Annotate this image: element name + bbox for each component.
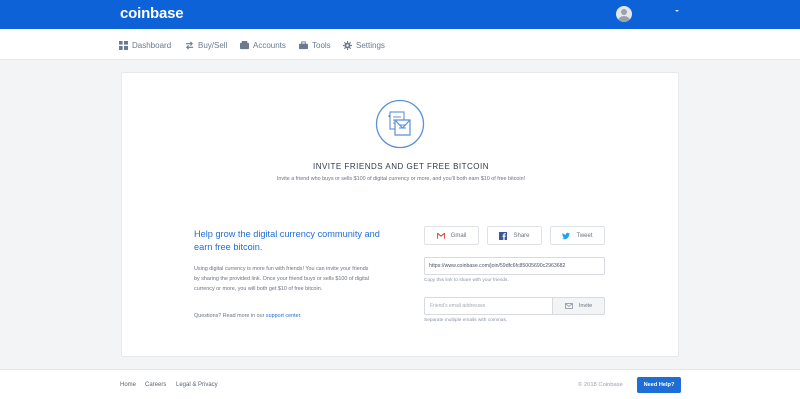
- footer-link-careers[interactable]: Careers: [145, 382, 166, 388]
- invite-card: INVITE FRIENDS AND GET FREE BITCOIN Invi…: [121, 72, 679, 357]
- gmail-share-button[interactable]: Gmail: [424, 226, 479, 245]
- invite-button[interactable]: Invite: [552, 297, 605, 315]
- invite-label: Invite: [578, 303, 593, 309]
- nav-label: Accounts: [253, 40, 286, 50]
- questions-suffix: .: [300, 313, 302, 319]
- top-bar: coinbase: [0, 0, 800, 29]
- gmail-icon: [436, 232, 445, 239]
- nav-item-dashboard[interactable]: Dashboard: [119, 38, 171, 52]
- swap-arrows-icon: [185, 41, 194, 49]
- copyright: © 2018 Coinbase: [578, 382, 623, 388]
- help-description: Using digital currency is more fun with …: [194, 266, 369, 292]
- footer: Home Careers Legal & Privacy © 2018 Coin…: [0, 369, 800, 399]
- nav-item-accounts[interactable]: Accounts: [240, 38, 286, 52]
- email-hint: Separate multiple emails with commas.: [424, 318, 508, 323]
- nav-label: Settings: [356, 40, 385, 50]
- share-label: Share: [513, 232, 530, 239]
- page-subtitle: Invite a friend who buys or sells $100 o…: [276, 176, 526, 182]
- twitter-share-button[interactable]: Tweet: [550, 226, 605, 245]
- referral-hint: Copy this link to share with your friend…: [424, 278, 509, 283]
- dashboard-icon: [119, 40, 128, 50]
- referral-link-field[interactable]: https://www.coinbase.com/join/59dfc6fc85…: [424, 257, 605, 275]
- gmail-label: Gmail: [450, 232, 467, 239]
- nav-label: Buy/Sell: [198, 40, 228, 50]
- mail-icon: [564, 303, 573, 309]
- footer-link-legal[interactable]: Legal & Privacy: [176, 382, 218, 388]
- briefcase-icon: [299, 40, 308, 49]
- support-center-link[interactable]: support center: [266, 313, 300, 319]
- nav-item-settings[interactable]: Settings: [343, 38, 385, 52]
- footer-link-home[interactable]: Home: [120, 382, 136, 388]
- tweet-label: Tweet: [576, 232, 593, 239]
- chevron-down-icon[interactable]: [675, 10, 679, 12]
- facebook-share-button[interactable]: Share: [487, 226, 542, 245]
- questions-text: Questions? Read more in our support cent…: [194, 313, 302, 319]
- twitter-icon: [562, 232, 571, 239]
- envelope-invite-icon: [375, 99, 425, 149]
- gear-icon: [343, 40, 352, 50]
- questions-prefix: Questions? Read more in our: [194, 313, 265, 319]
- bank-icon: [240, 40, 249, 49]
- coinbase-logo[interactable]: coinbase: [120, 5, 184, 22]
- help-heading: Help grow the digital currency community…: [194, 229, 380, 252]
- nav-item-tools[interactable]: Tools: [299, 38, 331, 52]
- nav-label: Tools: [312, 40, 331, 50]
- nav-item-buy-sell[interactable]: Buy/Sell: [185, 38, 227, 52]
- facebook-icon: [499, 231, 508, 240]
- friend-email-input[interactable]: Friend's email addresses: [424, 297, 552, 315]
- avatar[interactable]: [616, 6, 632, 22]
- page-title: INVITE FRIENDS AND GET FREE BITCOIN: [312, 162, 490, 171]
- need-help-button[interactable]: Need Help?: [637, 377, 681, 393]
- nav-label: Dashboard: [132, 40, 172, 50]
- main-nav: Dashboard Buy/Sell Accounts Tools Settin…: [0, 29, 800, 60]
